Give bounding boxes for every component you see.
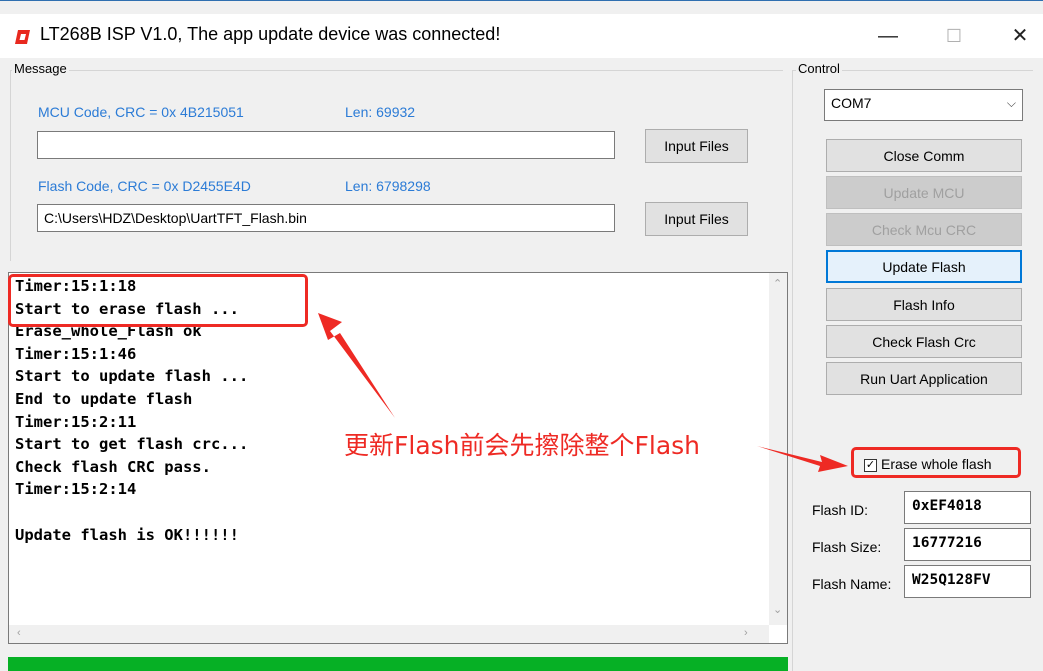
log-vertical-scrollbar[interactable]: ⌃ ⌄ bbox=[769, 273, 787, 625]
update-flash-button[interactable]: Update Flash bbox=[826, 250, 1022, 283]
flash-size-field[interactable]: 16777216 bbox=[904, 528, 1031, 561]
chevron-down-icon[interactable]: ⌵ bbox=[1007, 96, 1016, 111]
minimize-button[interactable]: — bbox=[866, 20, 910, 52]
close-comm-button[interactable]: Close Comm bbox=[826, 139, 1022, 172]
annotation-text: 更新Flash前会先擦除整个Flash bbox=[344, 431, 701, 460]
log-line: Update flash is OK!!!!!! bbox=[15, 525, 239, 544]
log-line: End to update flash bbox=[15, 389, 193, 408]
run-uart-application-button[interactable]: Run Uart Application bbox=[826, 362, 1022, 395]
close-button[interactable]: ✕ bbox=[998, 20, 1042, 52]
control-group-label: Control bbox=[796, 61, 842, 76]
message-group-label: Message bbox=[12, 61, 69, 76]
flash-code-path-field[interactable]: C:\Users\HDZ\Desktop\UartTFT_Flash.bin bbox=[37, 204, 615, 232]
scroll-up-arrow-icon[interactable]: ⌃ bbox=[773, 277, 782, 290]
scroll-left-arrow-icon[interactable]: ‹ bbox=[17, 627, 21, 639]
flash-input-files-button[interactable]: Input Files bbox=[645, 202, 748, 236]
log-line: Timer:15:1:46 bbox=[15, 344, 137, 363]
progress-bar bbox=[8, 657, 788, 671]
mcu-code-crc-label: MCU Code, CRC = 0x 4B215051 bbox=[38, 104, 244, 120]
mcu-input-files-button[interactable]: Input Files bbox=[645, 129, 748, 163]
erase-flash-highlight-box bbox=[8, 274, 308, 327]
maximize-button[interactable]: ☐ bbox=[932, 20, 976, 52]
scroll-right-arrow-icon[interactable]: › bbox=[744, 627, 748, 639]
log-line: Timer:15:2:14 bbox=[15, 480, 137, 499]
window-title: LT268B ISP V1.0, The app update device w… bbox=[40, 24, 501, 44]
flash-name-label: Flash Name: bbox=[812, 576, 892, 592]
flash-name-field[interactable]: W25Q128FV bbox=[904, 565, 1031, 598]
flash-id-label: Flash ID: bbox=[812, 502, 869, 518]
update-mcu-button[interactable]: Update MCU bbox=[826, 176, 1022, 209]
com-port-value: COM7 bbox=[831, 95, 872, 111]
erase-checkbox-highlight-box bbox=[851, 447, 1021, 478]
log-horizontal-scrollbar[interactable]: ‹ › bbox=[9, 625, 769, 643]
check-mcu-crc-button[interactable]: Check Mcu CRC bbox=[826, 213, 1022, 246]
check-flash-crc-button[interactable]: Check Flash Crc bbox=[826, 325, 1022, 358]
com-port-select[interactable]: COM7 ⌵ bbox=[824, 89, 1023, 121]
flash-info-button[interactable]: Flash Info bbox=[826, 288, 1022, 321]
log-line: Start to update flash ... bbox=[15, 367, 249, 386]
mcu-code-len-label: Len: 69932 bbox=[345, 104, 416, 120]
flash-size-label: Flash Size: bbox=[812, 539, 882, 555]
flash-code-crc-label: Flash Code, CRC = 0x D2455E4D bbox=[38, 178, 251, 194]
flash-code-len-label: Len: 6798298 bbox=[345, 178, 431, 194]
mcu-code-path-field[interactable] bbox=[37, 131, 615, 159]
app-logo-icon bbox=[15, 30, 30, 44]
flash-id-field[interactable]: 0xEF4018 bbox=[904, 491, 1031, 524]
scroll-down-arrow-icon[interactable]: ⌄ bbox=[773, 603, 782, 616]
